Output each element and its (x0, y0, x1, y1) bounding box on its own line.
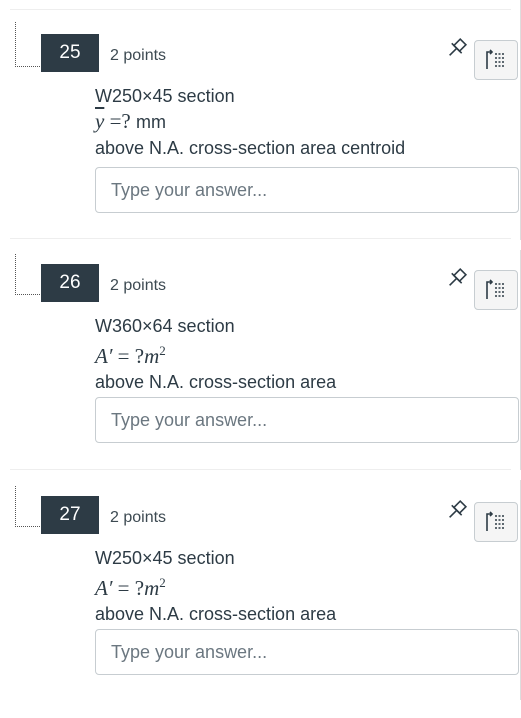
formula-unit: mm (136, 112, 166, 132)
flag-question-icon (486, 511, 505, 531)
formula-unit: m (144, 576, 160, 600)
question-section: W360×64 section (95, 316, 235, 336)
question-bracket (15, 486, 40, 527)
flag-question-button[interactable] (474, 502, 518, 542)
question-description: above N.A. cross-section area centroid (95, 138, 406, 158)
question-number: 26 (41, 264, 99, 302)
answer-input[interactable] (95, 167, 519, 213)
flag-question-button[interactable] (474, 270, 518, 310)
formula-symbol: A′ (95, 344, 113, 368)
question-description: above N.A. cross-section area (95, 372, 337, 392)
pin-icon[interactable] (443, 36, 469, 62)
question-bracket (15, 254, 40, 295)
formula-symbol: A′ (95, 576, 113, 600)
flag-question-icon (486, 49, 505, 69)
question-number: 27 (41, 496, 99, 534)
question-section: W250×45 section (95, 548, 235, 568)
question-text: W360×64 section A′ = ?m2 above N.A. cros… (95, 314, 336, 395)
question-27: 27 2 points W250×45 section A′ = ?m2 abo… (0, 486, 521, 718)
pin-icon[interactable] (443, 266, 469, 292)
question-number: 25 (41, 34, 99, 72)
question-formula: A′ = ?m2 (95, 338, 336, 369)
question-bracket (15, 22, 40, 67)
question-25: 25 2 points W250×45 section y =? mm abov… (0, 22, 521, 256)
question-points: 2 points (110, 47, 167, 64)
question-26: 26 2 points W360×64 section A′ = ?m2 abo… (0, 254, 521, 486)
flag-question-button[interactable] (474, 40, 518, 80)
answer-input[interactable] (95, 397, 519, 443)
formula-value: = ? (117, 576, 145, 600)
formula-unit: m (144, 344, 160, 368)
formula-power: 2 (159, 343, 166, 358)
question-formula: A′ = ?m2 (95, 570, 336, 601)
divider-top (10, 9, 511, 10)
answer-input[interactable] (95, 629, 519, 675)
question-points: 2 points (110, 509, 167, 526)
pin-icon[interactable] (443, 498, 469, 524)
flag-question-icon (486, 279, 505, 299)
question-points: 2 points (110, 277, 167, 294)
formula-power: 2 (159, 575, 166, 590)
question-formula: y =? mm (95, 108, 405, 135)
formula-value: =? (109, 109, 131, 133)
question-text: W250×45 section y =? mm above N.A. cross… (95, 84, 405, 161)
formula-value: = ? (117, 344, 145, 368)
question-section: W250×45 section (95, 86, 235, 106)
formula-symbol: y (95, 109, 105, 133)
question-text: W250×45 section A′ = ?m2 above N.A. cros… (95, 546, 336, 627)
question-description: above N.A. cross-section area (95, 604, 337, 624)
